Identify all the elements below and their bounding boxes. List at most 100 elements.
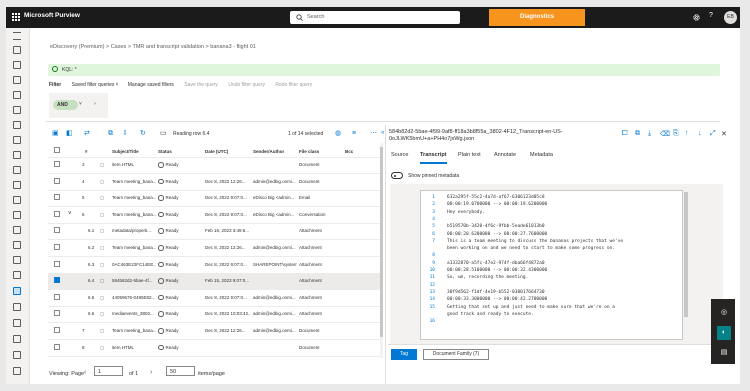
open-new-window-icon[interactable]: ⎘ <box>673 130 679 138</box>
row-checkbox[interactable] <box>54 293 60 300</box>
row-checkbox[interactable] <box>54 244 60 250</box>
document-family-button[interactable]: Document Family (7) <box>423 349 489 360</box>
app-title[interactable]: Microsoft Purview <box>24 12 80 19</box>
chart-icon[interactable] <box>13 121 21 129</box>
chevron-right-icon[interactable]: › <box>94 101 96 107</box>
table-row[interactable]: 7 ▢ Team meeting_bana... Ready Dec 8, 2022 1… <box>48 323 383 340</box>
row-checkbox[interactable] <box>54 260 60 267</box>
chevron-down-icon[interactable]: ˅ <box>79 101 82 107</box>
row-checkbox[interactable] <box>54 227 60 234</box>
chevron-right-icon[interactable]: › <box>150 369 152 376</box>
hamburger-menu-icon[interactable] <box>13 32 21 40</box>
app-launcher-icon[interactable] <box>12 13 20 21</box>
history-icon[interactable] <box>13 319 21 327</box>
tag-button[interactable]: Tag <box>391 349 417 360</box>
report-icon[interactable] <box>13 256 21 264</box>
folder-icon[interactable] <box>13 241 21 249</box>
delete-icon[interactable]: ⌫ <box>660 130 670 138</box>
policy-icon[interactable] <box>13 106 21 114</box>
lightbulb-icon[interactable] <box>13 303 21 311</box>
column-header-file-class[interactable]: File class <box>299 149 319 154</box>
row-subject[interactable]: 584b82d2-5bae-4f... <box>112 278 156 283</box>
help-icon[interactable]: ? <box>709 12 713 19</box>
and-operator-pill[interactable]: AND <box>53 100 78 110</box>
tag-document-icon[interactable]: ⧠ <box>622 130 628 138</box>
grid-scrollbar[interactable] <box>380 143 383 358</box>
breadcrumb-item-cases[interactable]: Cases <box>111 44 127 50</box>
breadcrumb-item-review-set[interactable]: banana3 - flight 01 <box>210 44 256 50</box>
page-size-select[interactable]: 50 <box>166 366 195 376</box>
column-header-status[interactable]: Status <box>158 149 172 154</box>
row-checkbox[interactable] <box>54 343 60 350</box>
row-checkbox[interactable] <box>54 310 60 317</box>
viewer-scrollbar[interactable] <box>684 190 688 340</box>
row-subject[interactable]: Team meeting_bana... <box>112 179 156 184</box>
chevron-left-icon[interactable]: ‹ <box>84 369 86 376</box>
arrow-down-icon[interactable]: ↓ <box>698 130 702 137</box>
table-row[interactable]: 6.2 ▢ Team meeting_bana... Ready Dec 8, 2022… <box>48 240 383 257</box>
tab-source[interactable]: Source <box>391 152 408 158</box>
saved-filter-queries-button[interactable]: Saved filter queries <box>72 82 115 88</box>
pinned-metadata-toggle[interactable] <box>391 172 403 179</box>
row-subject[interactable]: Team meeting_bana... <box>112 195 156 200</box>
diagnostics-button[interactable]: Diagnostics <box>489 9 585 26</box>
row-checkbox[interactable] <box>54 161 60 167</box>
document-icon[interactable] <box>13 181 21 189</box>
table-row[interactable]: 3 ▢ item.HTML Ready Document <box>48 157 383 174</box>
settings-icon[interactable] <box>13 335 21 343</box>
tab-annotate[interactable]: Annotate <box>494 152 516 158</box>
row-subject[interactable]: item.HTML <box>112 345 156 350</box>
key-icon[interactable] <box>13 271 21 279</box>
save-query-button[interactable]: Save the query <box>184 82 218 88</box>
select-all-checkbox[interactable] <box>54 147 60 153</box>
chevron-down-icon[interactable]: ˅ <box>68 211 72 217</box>
archive-icon[interactable] <box>13 166 21 174</box>
row-subject[interactable]: Team meeting_bana... <box>112 212 156 217</box>
page-number-input[interactable]: 1 <box>94 366 123 376</box>
gear-icon[interactable] <box>692 13 701 22</box>
trophy-icon[interactable] <box>13 61 21 69</box>
chat-bot-icon[interactable]: ◐ <box>717 326 731 340</box>
row-checkbox[interactable] <box>54 210 60 217</box>
copy-icon[interactable]: ⧉ <box>635 130 640 138</box>
table-row[interactable]: 6.3 ▢ 0AC463E22FC14EE... Ready Dec 8, 2022 9… <box>48 257 383 274</box>
table-row[interactable]: 6.6 ▢ mediaevents_3802... Ready Dec 8, 2022 … <box>48 306 383 324</box>
table-row[interactable]: 4 ▢ Team meeting_bana... Ready Dec 8, 2022 1… <box>48 174 383 191</box>
column-header-number[interactable]: # <box>85 149 88 154</box>
ediscovery-icon[interactable] <box>13 287 21 295</box>
table-row[interactable]: 6.5 ▢ 44059675-0495E82... Ready Dec 8, 2022 … <box>48 290 383 307</box>
refresh-icon[interactable]: ↻ <box>140 130 148 138</box>
globe-icon[interactable]: ◍ <box>335 130 343 138</box>
group-icon[interactable]: ≡ <box>352 130 360 138</box>
avatar[interactable]: EB <box>724 11 737 24</box>
grid-icon[interactable] <box>13 226 21 234</box>
close-icon[interactable]: ✕ <box>721 130 727 138</box>
column-header-sender[interactable]: Sender/Author <box>253 149 284 154</box>
row-subject[interactable]: metadata/properti... <box>112 228 156 233</box>
tag-items-icon[interactable]: ◧ <box>66 130 74 138</box>
search-box[interactable]: Search <box>290 11 460 24</box>
lock-icon[interactable] <box>13 211 21 219</box>
row-checkbox[interactable] <box>54 177 60 184</box>
table-row[interactable]: 5 ▢ Team meeting_bana... Ready Dec 8, 2022 9… <box>48 190 383 208</box>
more-options-icon[interactable]: ⋯ <box>370 130 378 138</box>
collapse-pane-icon[interactable]: « <box>381 130 384 136</box>
person-icon[interactable] <box>13 136 21 144</box>
row-subject[interactable]: Team meeting_bana... <box>112 328 156 333</box>
column-header-subject[interactable]: Subject/Title <box>112 149 139 154</box>
row-checkbox[interactable] <box>54 194 60 201</box>
table-row[interactable]: 6.4 ▢ 584b82d2-5bae-4f... Ready Feb 15, 2023… <box>48 273 383 291</box>
row-subject[interactable]: 44059675-0495E82... <box>112 295 156 300</box>
flow-icon[interactable] <box>13 91 21 99</box>
breadcrumb-item-ediscovery[interactable]: eDiscovery (Premium) <box>50 44 104 50</box>
row-checkbox[interactable] <box>54 327 60 333</box>
tab-plain-text[interactable]: Plain text <box>458 152 481 158</box>
copy-icon[interactable]: ⧉ <box>108 130 116 138</box>
more-icon[interactable] <box>13 367 21 375</box>
info-icon[interactable] <box>13 351 21 359</box>
tag-icon[interactable] <box>13 196 21 204</box>
download-icon[interactable]: ⤓ <box>648 130 651 138</box>
expand-icon[interactable]: ⤢ <box>710 130 716 138</box>
move-icon[interactable]: ⇄ <box>84 130 92 138</box>
column-header-bcc[interactable]: Bcc <box>345 149 353 154</box>
